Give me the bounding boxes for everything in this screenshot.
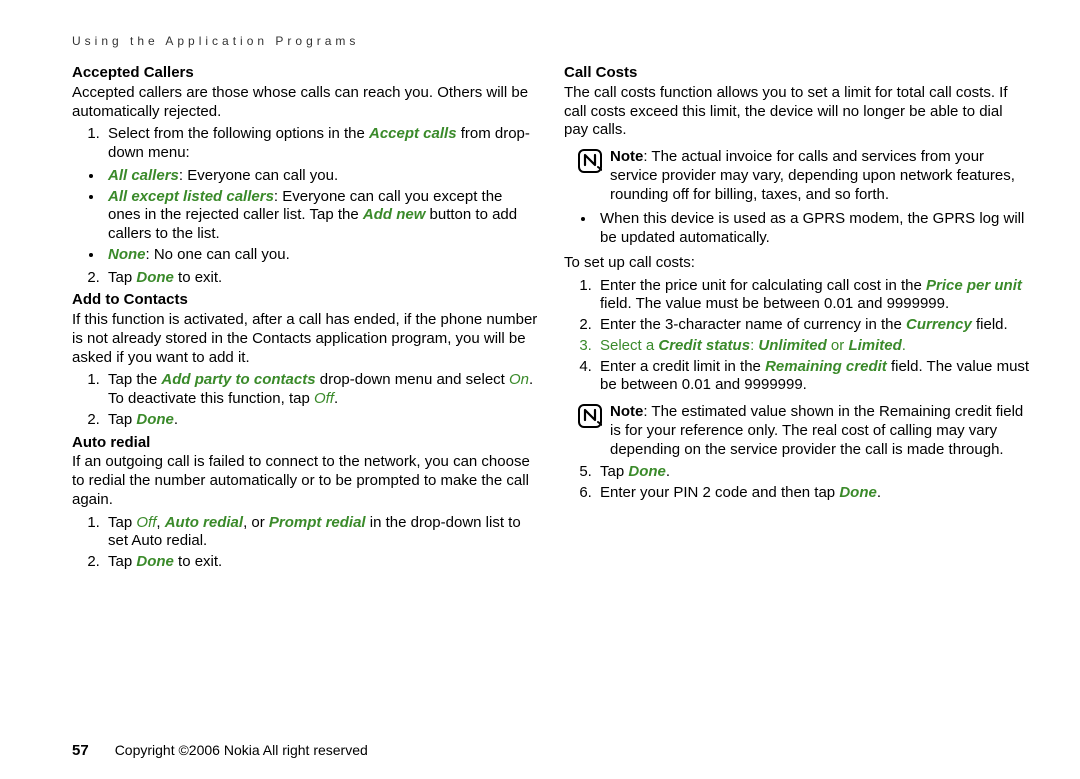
- cc-step-1: Enter the price unit for calculating cal…: [596, 277, 1030, 315]
- call-costs-bullets: When this device is used as a GPRS modem…: [564, 210, 1030, 248]
- auto-redial-steps: Tap Off, Auto redial, or Prompt redial i…: [72, 514, 538, 572]
- note-1-text: Note: The actual invoice for calls and s…: [610, 148, 1030, 204]
- option-all-callers: All callers: Everyone can call you.: [104, 167, 538, 186]
- add-contacts-steps: Tap the Add party to contacts drop-down …: [72, 371, 538, 429]
- call-costs-steps: Enter the price unit for calculating cal…: [564, 277, 1030, 396]
- footer: 57 Copyright ©2006 Nokia All right reser…: [72, 742, 1034, 759]
- cc-step-6: Enter your PIN 2 code and then tap Done.: [596, 484, 1030, 503]
- running-header: Using the Application Programs: [72, 34, 1034, 48]
- note-icon: [578, 149, 602, 173]
- heading-call-costs: Call Costs: [564, 64, 1030, 83]
- accepted-step-2: Tap Done to exit.: [104, 269, 538, 288]
- copyright: Copyright ©2006 Nokia All right reserved: [115, 742, 368, 758]
- note-2-text: Note: The estimated value shown in the R…: [610, 403, 1030, 459]
- add-contacts-step-2: Tap Done.: [104, 411, 538, 430]
- accepted-steps: Select from the following options in the…: [72, 125, 538, 163]
- auto-redial-step-1: Tap Off, Auto redial, or Prompt redial i…: [104, 514, 538, 552]
- setup-intro: To set up call costs:: [564, 254, 1030, 273]
- option-none: None: No one can call you.: [104, 246, 538, 265]
- auto-redial-step-2: Tap Done to exit.: [104, 553, 538, 572]
- accepted-steps-2: Tap Done to exit.: [72, 269, 538, 288]
- note-2: Note: The estimated value shown in the R…: [578, 403, 1030, 459]
- note-icon: [578, 404, 602, 428]
- auto-redial-intro: If an outgoing call is failed to connect…: [72, 453, 538, 509]
- note-1: Note: The actual invoice for calls and s…: [578, 148, 1030, 204]
- add-contacts-intro: If this function is activated, after a c…: [72, 311, 538, 367]
- accepted-intro: Accepted callers are those whose calls c…: [72, 84, 538, 122]
- heading-add-to-contacts: Add to Contacts: [72, 291, 538, 310]
- page-number: 57: [72, 742, 89, 759]
- cc-step-3: Select a Credit status: Unlimited or Lim…: [596, 337, 1030, 356]
- accepted-step-1: Select from the following options in the…: [104, 125, 538, 163]
- page: Using the Application Programs Accepted …: [0, 0, 1080, 779]
- heading-auto-redial: Auto redial: [72, 434, 538, 453]
- heading-accepted-callers: Accepted Callers: [72, 64, 538, 83]
- content-columns: Accepted Callers Accepted callers are th…: [72, 62, 1034, 732]
- column-left: Accepted Callers Accepted callers are th…: [72, 62, 538, 732]
- call-costs-intro: The call costs function allows you to se…: [564, 84, 1030, 140]
- cc-step-4: Enter a credit limit in the Remaining cr…: [596, 358, 1030, 396]
- cc-step-5: Tap Done.: [596, 463, 1030, 482]
- call-costs-steps-2: Tap Done. Enter your PIN 2 code and then…: [564, 463, 1030, 503]
- column-right: Call Costs The call costs function allow…: [564, 62, 1030, 732]
- accepted-options: All callers: Everyone can call you. All …: [72, 167, 538, 265]
- cc-step-2: Enter the 3-character name of currency i…: [596, 316, 1030, 335]
- call-costs-bullet-1: When this device is used as a GPRS modem…: [596, 210, 1030, 248]
- add-contacts-step-1: Tap the Add party to contacts drop-down …: [104, 371, 538, 409]
- option-all-except: All except listed callers: Everyone can …: [104, 188, 538, 244]
